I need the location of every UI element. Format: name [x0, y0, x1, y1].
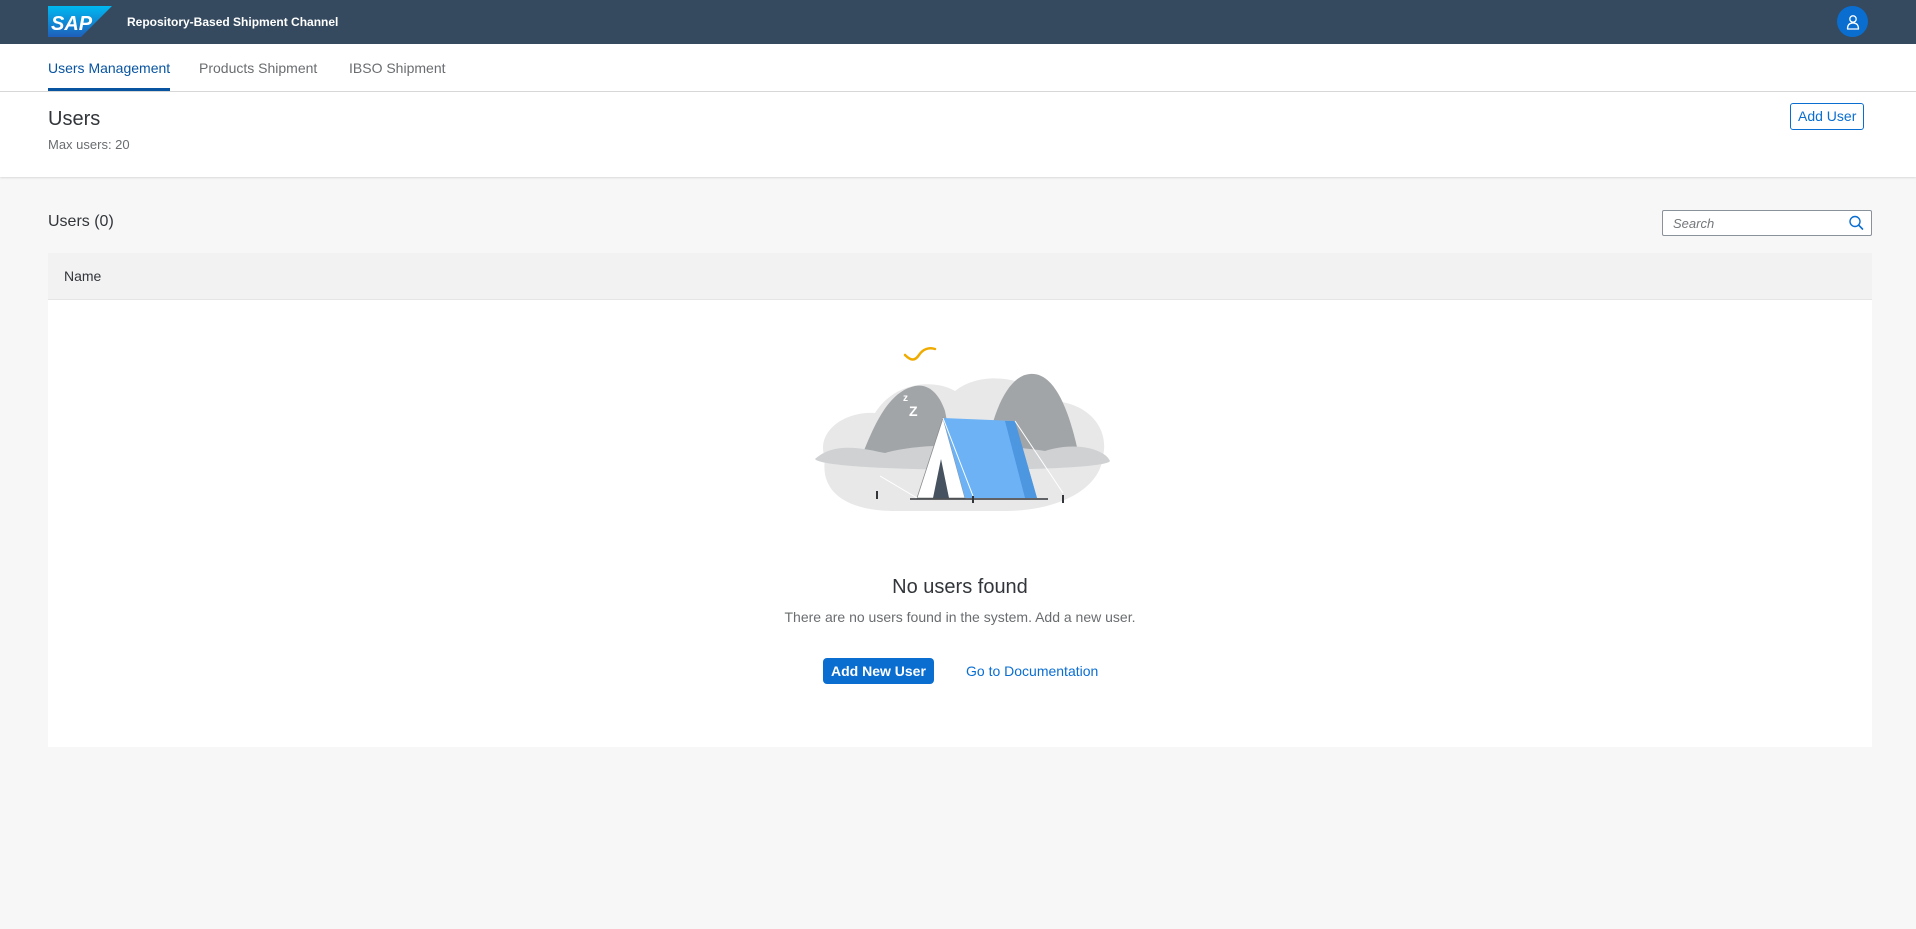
user-icon — [1846, 14, 1859, 30]
shell-bar: SAP Repository-Based Shipment Channel — [0, 0, 1916, 44]
empty-state-title: No users found — [892, 576, 1028, 598]
table-title: Users (0) — [48, 213, 114, 230]
search-icon[interactable] — [1846, 214, 1866, 232]
user-avatar-button[interactable] — [1837, 6, 1868, 37]
svg-text:z: z — [903, 393, 908, 404]
svg-text:Z: Z — [909, 403, 918, 419]
app-title: Repository-Based Shipment Channel — [127, 15, 339, 29]
search-field[interactable] — [1662, 210, 1872, 236]
table-header: Name — [48, 253, 1872, 300]
page-title: Users — [48, 108, 101, 130]
search-input[interactable] — [1663, 211, 1843, 235]
go-to-documentation-link[interactable]: Go to Documentation — [966, 663, 1098, 679]
column-header-name[interactable]: Name — [64, 268, 101, 284]
sap-logo[interactable]: SAP — [48, 6, 112, 37]
users-table: Name z Z No users found There are no use… — [48, 253, 1872, 747]
tab-products-shipment[interactable]: Products Shipment — [199, 44, 317, 91]
tab-ibso-shipment[interactable]: IBSO Shipment — [349, 44, 446, 91]
empty-state-description: There are no users found in the system. … — [784, 609, 1136, 625]
add-user-button[interactable]: Add User — [1790, 103, 1865, 130]
max-users-text: Max users: 20 — [48, 137, 130, 152]
sleeping-tent-illustration: z Z — [815, 347, 1110, 511]
tab-users-management[interactable]: Users Management — [48, 44, 171, 91]
tab-bar: Users Management Products Shipment IBSO … — [0, 44, 1916, 92]
sap-logo-text: SAP — [51, 13, 93, 35]
add-new-user-button[interactable]: Add New User — [823, 658, 934, 684]
page-header: Users Max users: 20 Add User — [0, 92, 1916, 177]
